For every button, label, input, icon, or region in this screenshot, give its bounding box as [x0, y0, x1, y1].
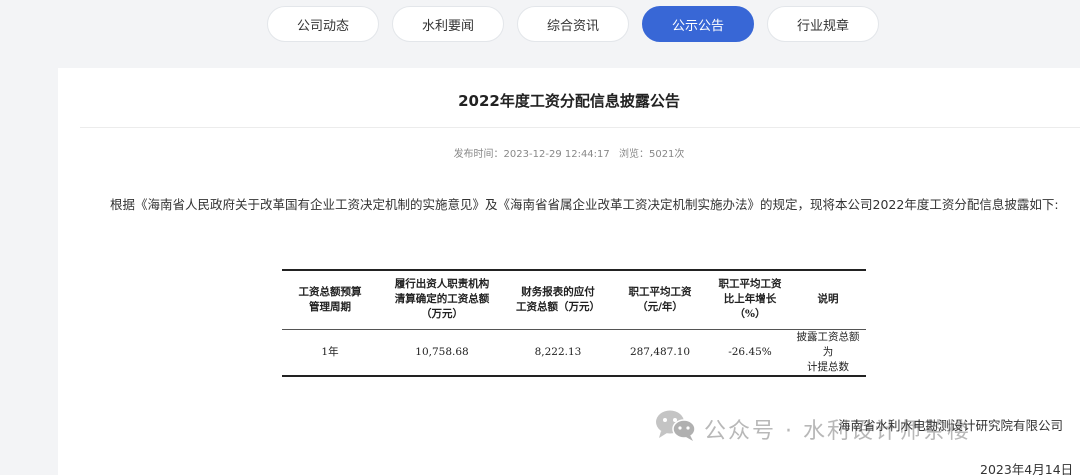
cell-approved-total: 10,758.68 [415, 345, 469, 358]
tab-water-news[interactable]: 水利要闻 [392, 6, 504, 42]
tab-company-news[interactable]: 公司动态 [267, 6, 379, 42]
tab-announcements[interactable]: 公示公告 [642, 6, 754, 42]
cell-average-salary: 287,487.10 [629, 345, 691, 358]
title-divider [80, 127, 1080, 128]
table-header-row: 工资总额预算 管理周期 履行出资人职责机构 清算确定的工资总额 （万元） 财务报表的应… [282, 270, 866, 330]
table-row: 1年 10,758.68 8,222.13 287,487.10 -26.45%… [282, 329, 866, 376]
signature-date: 2023年4月14日 [980, 462, 1074, 475]
cell-notes: 披露工资总额为 计提总数 [796, 330, 860, 373]
cell-payable-total: 8,222.13 [534, 345, 582, 358]
cell-period: 1年 [321, 345, 339, 358]
header-budget-period: 工资总额预算 管理周期 [282, 270, 378, 330]
article-intro: 根据《海南省人民政府关于改革国有企业工资决定机制的实施意见》及《海南省省属企业改… [110, 197, 1059, 212]
header-average-salary: 职工平均工资 （元/年） [610, 270, 710, 330]
tab-general-info[interactable]: 综合资讯 [517, 6, 629, 42]
header-payable-total: 财务报表的应付 工资总额（万元） [506, 270, 610, 330]
header-notes: 说明 [790, 270, 866, 330]
category-tabs: 公司动态 水利要闻 综合资讯 公示公告 行业规章 [0, 6, 1080, 42]
salary-table: 工资总额预算 管理周期 履行出资人职责机构 清算确定的工资总额 （万元） 财务报表的应… [282, 269, 866, 377]
tab-industry-regulations[interactable]: 行业规章 [767, 6, 879, 42]
cell-growth: -26.45% [728, 345, 772, 358]
wechat-icon [656, 410, 696, 441]
article-meta: 发布时间：2023-12-29 12:44:17 浏览：5021次 [58, 145, 1080, 160]
publish-time: 发布时间：2023-12-29 12:44:17 [453, 149, 610, 160]
article-title: 2022年度工资分配信息披露公告 [458, 92, 680, 110]
organization-name: 海南省水利水电勘测设计研究院有限公司 [838, 418, 1064, 433]
header-approved-total: 履行出资人职责机构 清算确定的工资总额 （万元） [378, 270, 506, 330]
view-count: 浏览：5021次 [618, 149, 685, 160]
header-salary-growth: 职工平均工资 比上年增长 （%） [710, 270, 790, 330]
